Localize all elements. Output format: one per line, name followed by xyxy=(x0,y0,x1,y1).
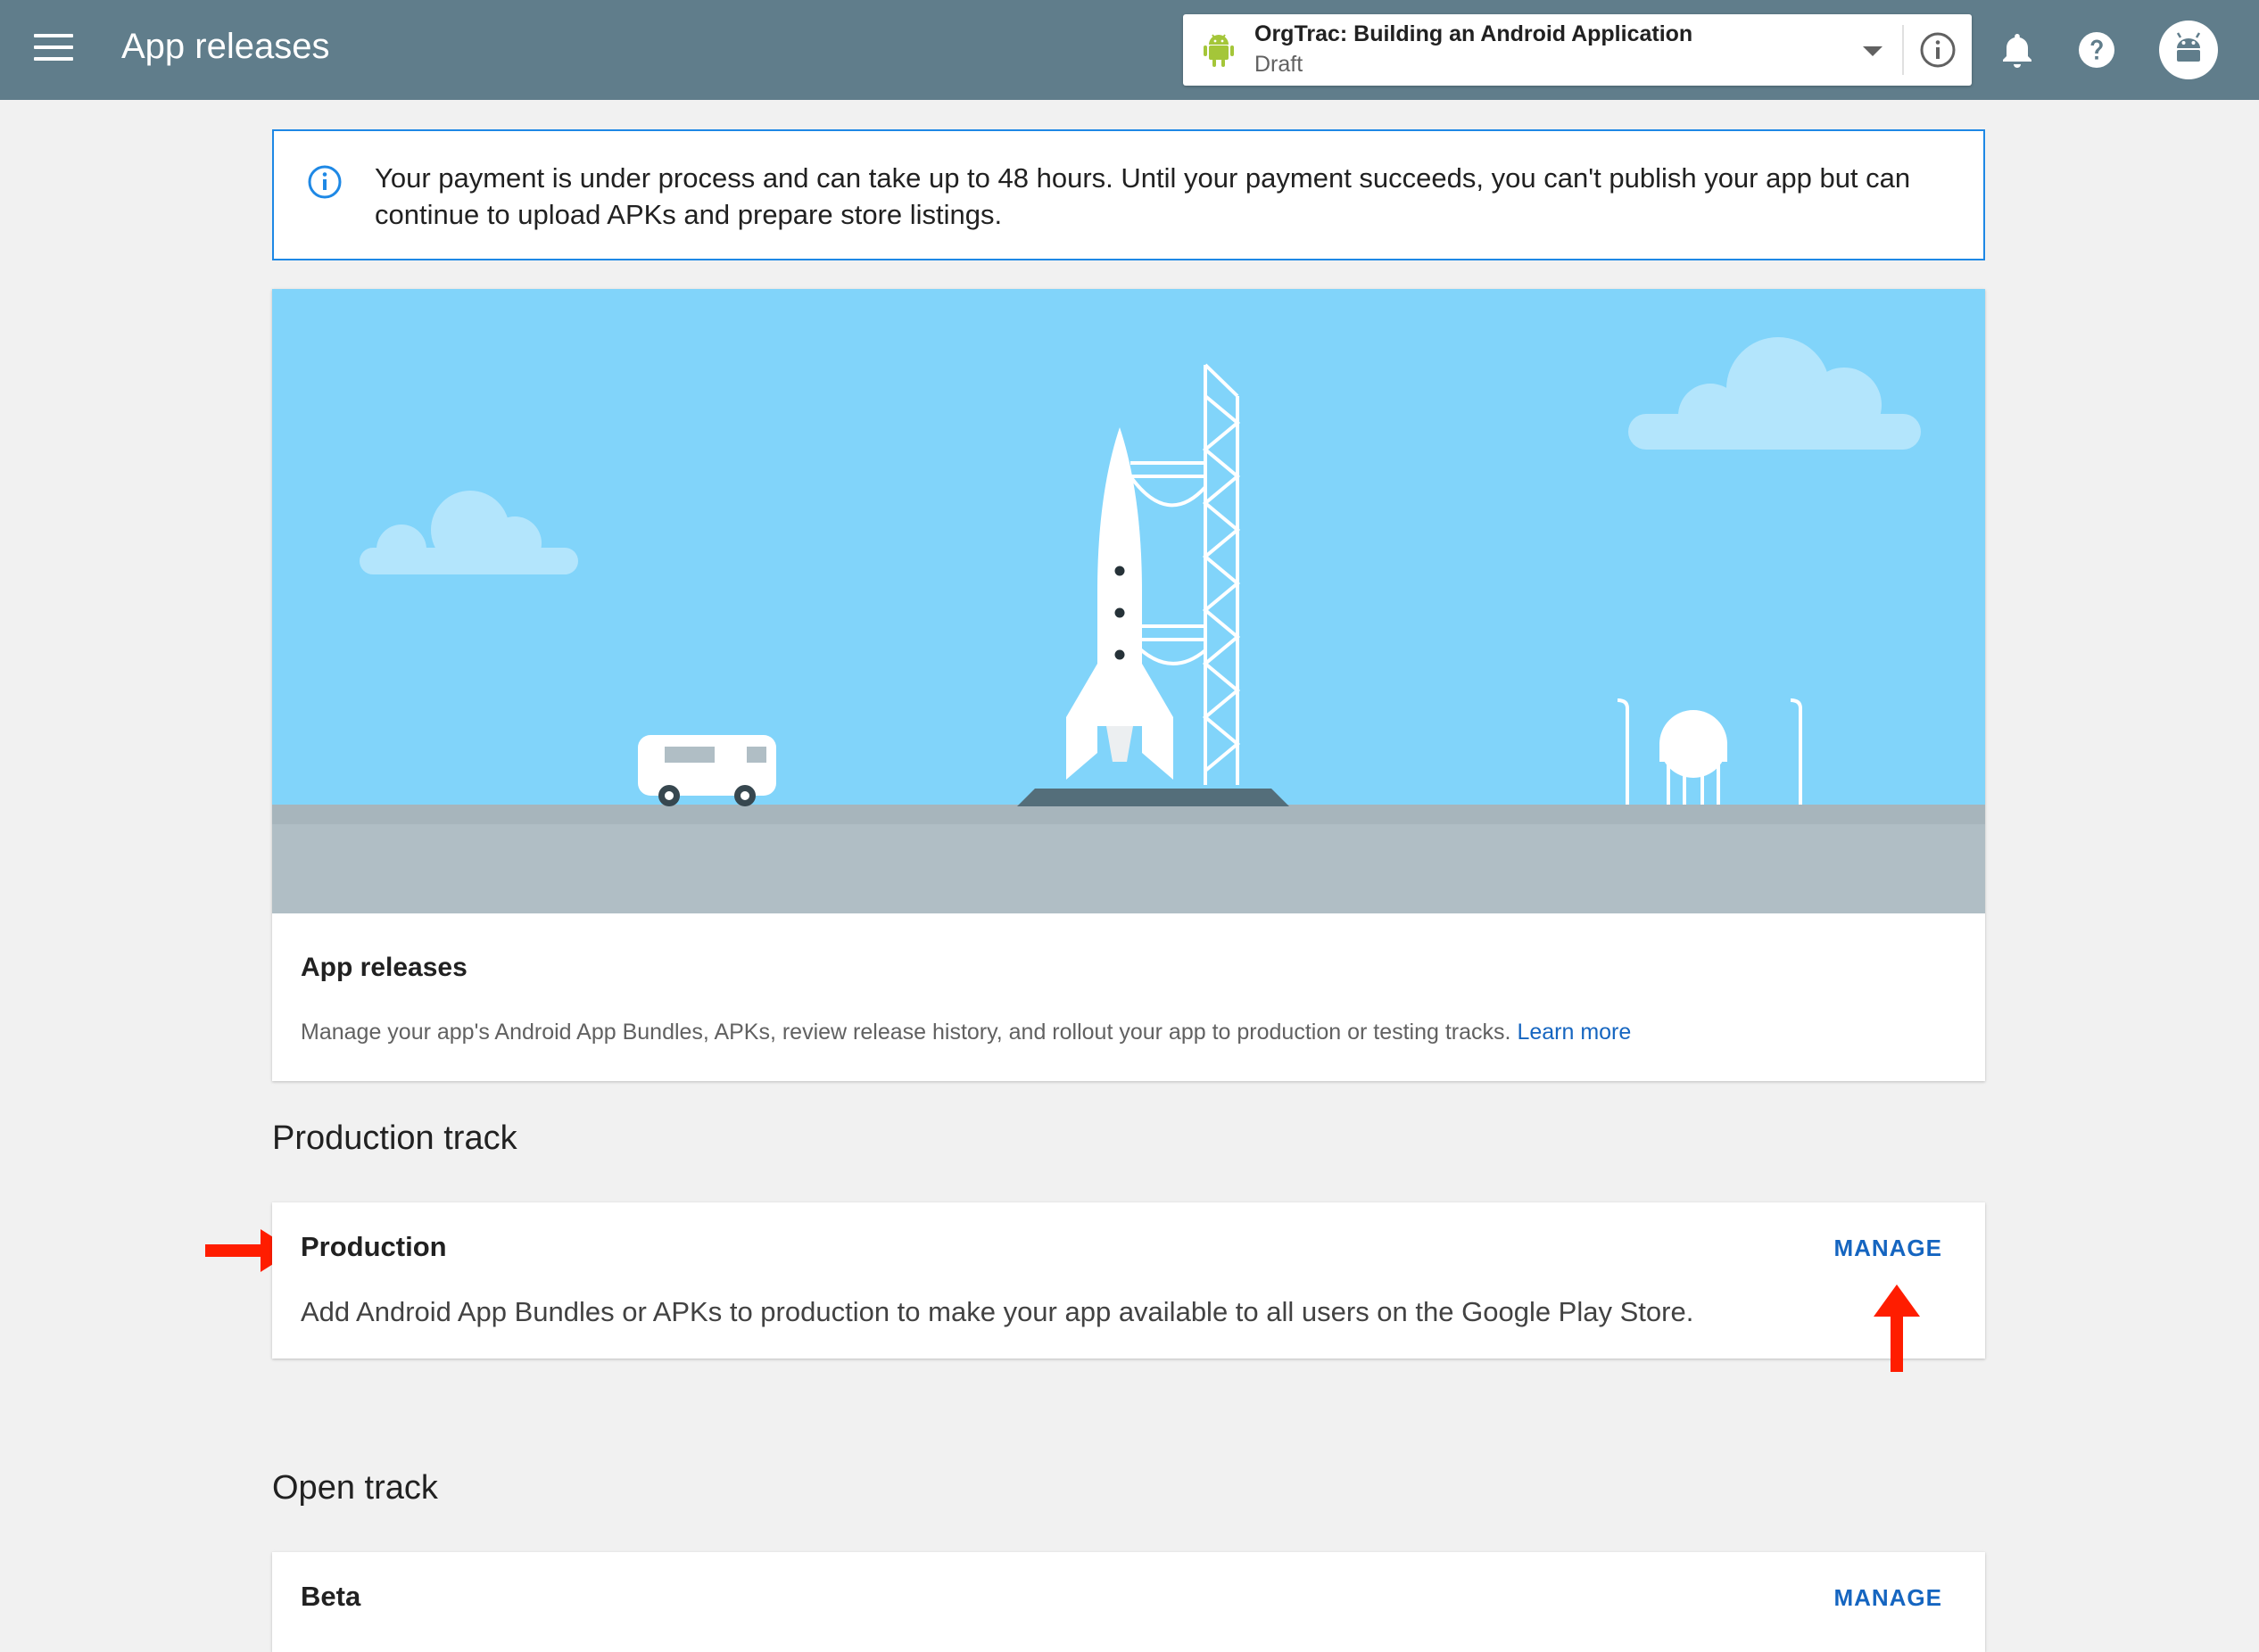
manage-production-button[interactable]: MANAGE xyxy=(1833,1235,1942,1262)
learn-more-link[interactable]: Learn more xyxy=(1517,1020,1631,1045)
production-track-card: Production MANAGE Add Android App Bundle… xyxy=(272,1202,1985,1359)
app-selector[interactable]: OrgTrac: Building an Android Application… xyxy=(1183,14,1972,86)
divider xyxy=(1902,25,1904,75)
manage-beta-button[interactable]: MANAGE xyxy=(1833,1584,1942,1612)
top-app-bar: App releases OrgTrac: Building an Androi… xyxy=(0,0,2259,100)
rocket-launch-illustration xyxy=(272,289,1985,913)
menu-icon[interactable] xyxy=(34,34,73,66)
android-icon xyxy=(1204,34,1234,67)
open-track-heading: Open track xyxy=(272,1469,438,1507)
beta-track-card: Beta MANAGE xyxy=(272,1552,1985,1652)
help-icon[interactable] xyxy=(2075,29,2118,71)
card-title: App releases xyxy=(301,953,468,982)
info-icon xyxy=(308,165,342,199)
payment-notice: Your payment is under process and can ta… xyxy=(272,129,1985,260)
card-description-text: Manage your app's Android App Bundles, A… xyxy=(301,1020,1511,1045)
avatar[interactable] xyxy=(2159,21,2218,79)
arrow-up-icon xyxy=(1874,1284,1920,1372)
app-name: OrgTrac: Building an Android Application xyxy=(1254,21,1693,46)
bus-icon xyxy=(638,735,776,806)
info-icon[interactable] xyxy=(1918,30,1957,70)
track-name: Beta xyxy=(301,1581,361,1612)
bell-icon[interactable] xyxy=(1996,29,2039,71)
production-track-heading: Production track xyxy=(272,1119,517,1157)
app-status: Draft xyxy=(1254,52,1303,77)
track-name: Production xyxy=(301,1231,447,1262)
app-releases-card: App releases Manage your app's Android A… xyxy=(272,289,1985,1081)
track-description: Add Android App Bundles or APKs to produ… xyxy=(301,1296,1694,1327)
android-avatar-icon xyxy=(2176,32,2201,62)
page-title: App releases xyxy=(121,27,330,66)
notice-text: Your payment is under process and can ta… xyxy=(375,162,1911,230)
card-description: Manage your app's Android App Bundles, A… xyxy=(301,1020,1631,1045)
chevron-down-icon[interactable] xyxy=(1863,46,1882,56)
